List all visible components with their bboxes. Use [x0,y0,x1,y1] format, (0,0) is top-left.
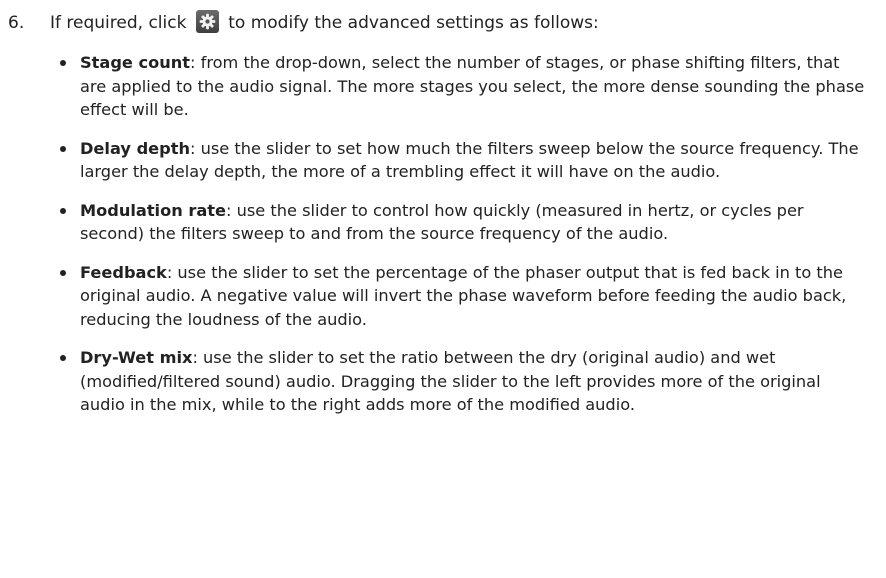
item-text: : from the drop-down, select the number … [80,53,865,119]
item-term: Stage count [80,53,191,72]
list-item: Modulation rate: use the slider to contr… [58,199,868,246]
step-number: 6. [8,13,25,33]
item-term: Modulation rate [80,200,227,220]
step-instruction: If required, click to modify the advance… [50,10,599,36]
gear-icon [195,10,219,33]
item-text: : use the slider to set the ratio betwee… [80,348,821,414]
item-term: Dry-Wet mix [80,348,193,367]
item-text: : use the slider to set how much the fil… [80,138,859,182]
item-text: : use the slider to set the percentage o… [80,262,847,329]
item-term: Delay depth [80,138,190,158]
step-text-after: to modify the advanced settings as follo… [228,13,599,33]
step-text-before: If required, click [50,13,187,33]
list-item: Dry-Wet mix: use the slider to set the r… [58,346,868,417]
step-6: 6. If required, click to modify the adva… [8,10,878,36]
list-item: Delay depth: use the slider to set how m… [58,137,868,184]
settings-list: Stage count: from the drop-down, select … [58,51,868,432]
item-term: Feedback [80,262,167,282]
list-item: Feedback: use the slider to set the perc… [58,261,868,332]
list-item: Stage count: from the drop-down, select … [58,51,868,122]
